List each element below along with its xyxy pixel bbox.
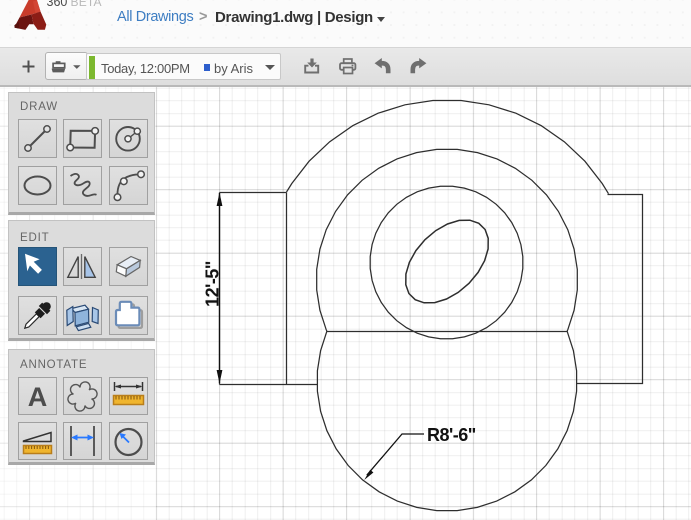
svg-text:A: A (27, 382, 47, 412)
